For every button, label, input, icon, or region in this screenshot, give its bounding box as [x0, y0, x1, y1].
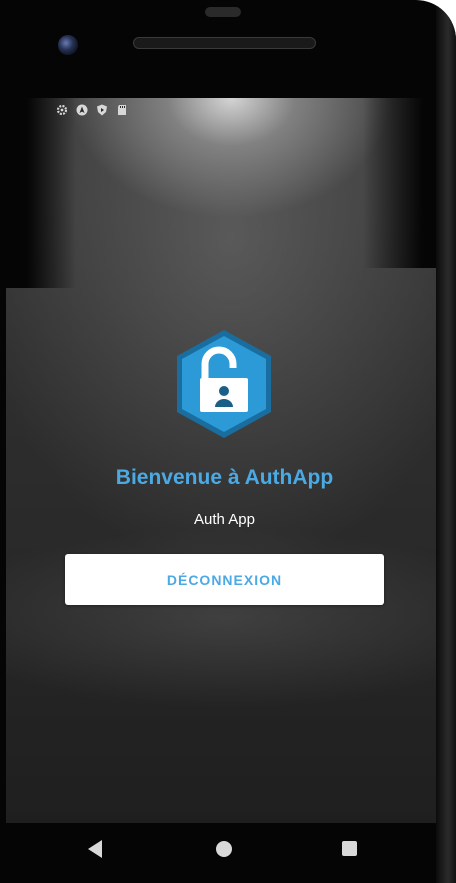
background-shadow-right: [363, 98, 443, 268]
gear-icon: [56, 104, 68, 116]
back-icon[interactable]: [88, 840, 102, 858]
welcome-title: Bienvenue à AuthApp: [115, 466, 334, 489]
front-camera: [58, 35, 78, 55]
unlocked-padlock-user-icon: [173, 328, 275, 440]
sd-card-icon: [116, 104, 128, 116]
recent-apps-icon[interactable]: [342, 841, 357, 856]
app-subtitle: Auth App: [194, 511, 255, 528]
status-bar-icons: [56, 104, 128, 116]
top-speaker: [205, 7, 241, 17]
logout-button[interactable]: DÉCONNEXION: [65, 554, 384, 605]
shield-play-icon: [96, 104, 108, 116]
background-shadow-left: [6, 98, 76, 288]
earpiece-speaker: [133, 37, 316, 49]
phone-frame: Bienvenue à AuthApp Auth App DÉCONNEXION: [0, 0, 456, 883]
navigation-bar: [0, 823, 456, 883]
home-icon[interactable]: [216, 841, 232, 857]
app-screen: Bienvenue à AuthApp Auth App DÉCONNEXION: [6, 98, 443, 823]
navigation-icon: [76, 104, 88, 116]
